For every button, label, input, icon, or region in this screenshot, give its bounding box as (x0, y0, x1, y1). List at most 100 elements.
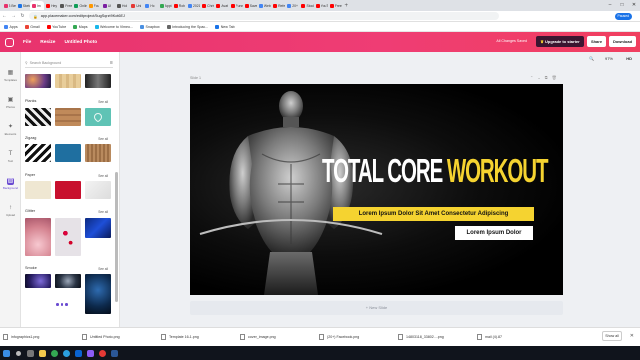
bookmark-item[interactable]: Introducing the Spac... (166, 24, 208, 29)
delete-icon[interactable]: 🗑 (552, 75, 557, 80)
download-item[interactable]: mail (4).87 (477, 334, 545, 340)
browser-tab[interactable]: Uni (130, 1, 144, 10)
background-thumb[interactable] (25, 274, 51, 288)
background-thumb[interactable] (25, 74, 51, 88)
background-thumb[interactable] (55, 144, 81, 162)
profile-paused-button[interactable]: Paused (614, 12, 632, 20)
quality-toggle[interactable]: HD (626, 56, 632, 61)
store-icon[interactable] (84, 346, 96, 360)
rail-item-templates[interactable]: ▦ Templates (0, 70, 21, 82)
browser-tab[interactable]: Fou (87, 1, 101, 10)
minimize-icon[interactable]: – (604, 0, 616, 11)
browser-tab[interactable]: Appt (158, 1, 172, 10)
filter-icon[interactable]: ☰ (110, 61, 113, 65)
file-menu[interactable]: File (23, 40, 31, 45)
panel-scrollbar[interactable] (115, 172, 118, 302)
zoom-level[interactable]: 97% (605, 56, 613, 61)
background-thumb[interactable] (25, 181, 51, 199)
browser-tab[interactable]: Rob (172, 1, 186, 10)
background-thumb[interactable] (85, 181, 111, 199)
bookmark-item[interactable]: YouTube (46, 24, 66, 29)
browser-tab[interactable]: Funny (229, 1, 243, 10)
bookmark-item[interactable]: Welcome to Vimeo... (94, 24, 133, 29)
browser-tab[interactable]: Hc (144, 1, 158, 10)
move-up-icon[interactable]: ⌃ (530, 75, 533, 80)
edge-icon[interactable] (60, 346, 72, 360)
maximize-icon[interactable]: □ (616, 0, 628, 11)
browser-tab[interactable]: UI (101, 1, 115, 10)
background-thumb[interactable] (55, 74, 81, 88)
download-item[interactable]: 14803118_33802....png (398, 334, 466, 340)
slide-title[interactable]: TOTAL CORE WORKOUT (322, 152, 548, 190)
see-all-glitter[interactable]: See all (98, 210, 108, 214)
rail-item-text[interactable]: T Text (0, 151, 21, 163)
browser-tab[interactable]: YouTub (314, 1, 328, 10)
rail-item-photos[interactable]: ▣ Photos (0, 97, 21, 109)
browser-tab[interactable]: Im (30, 1, 44, 10)
tagline-banner[interactable]: Lorem Ipsum Dolor (455, 226, 533, 240)
download-item[interactable]: Template 16-1.png (161, 334, 229, 340)
background-thumb[interactable] (55, 218, 81, 256)
browser-tab[interactable]: 20+ (286, 1, 300, 10)
browser-tab[interactable]: Avat (215, 1, 229, 10)
record-icon[interactable] (96, 346, 108, 360)
rail-item-background[interactable]: ▨ Background (0, 178, 21, 190)
browser-tab[interactable]: Chris (201, 1, 214, 10)
resize-menu[interactable]: Resize (40, 40, 55, 45)
upgrade-button[interactable]: ♛ Upgrade to starter (536, 36, 584, 47)
browser-tab[interactable]: 3 Bes (2, 1, 16, 10)
subtitle-banner[interactable]: Lorem Ipsum Dolor Sit Amet Consectetur A… (333, 207, 534, 221)
bookmark-item[interactable]: Snapbox (140, 24, 160, 29)
background-thumb[interactable] (55, 108, 81, 126)
see-all-zigzag[interactable]: See all (98, 137, 108, 141)
background-thumb[interactable] (55, 181, 81, 199)
background-search-input[interactable]: ⚲ Search Background ☰ (25, 59, 113, 68)
reload-icon[interactable]: ↻ (18, 13, 27, 19)
download-item[interactable]: Untitled Photo.png (82, 334, 150, 340)
show-all-downloads-button[interactable]: Show all (602, 331, 622, 341)
browser-tab[interactable]: Stock (300, 1, 314, 10)
back-icon[interactable]: ← (0, 13, 9, 19)
duplicate-icon[interactable]: ⧉ (545, 75, 548, 80)
background-thumb[interactable] (25, 108, 51, 126)
background-thumb[interactable] (25, 218, 51, 256)
bookmark-item[interactable]: Maps (73, 24, 88, 29)
see-all-smoke[interactable]: See all (98, 267, 108, 271)
browser-tab[interactable]: Free (59, 1, 73, 10)
new-tab-icon[interactable]: + (345, 3, 349, 9)
background-thumb[interactable] (85, 74, 111, 88)
move-down-icon[interactable]: ⌄ (537, 75, 540, 80)
browser-tab[interactable]: Refer (272, 1, 285, 10)
mail-icon[interactable] (72, 346, 84, 360)
browser-tab[interactable]: Hey vi (45, 1, 58, 10)
background-thumb[interactable] (85, 108, 111, 126)
app-logo-icon[interactable] (5, 37, 14, 47)
browser-tab[interactable]: Hol (116, 1, 130, 10)
background-thumb[interactable] (85, 218, 111, 238)
background-thumb[interactable] (25, 144, 51, 162)
document-title[interactable]: Untitled Photo (64, 40, 97, 45)
rail-item-upload[interactable]: ↑ Upload (0, 205, 21, 217)
browser-tab[interactable]: Save (243, 1, 257, 10)
explorer-icon[interactable] (36, 346, 48, 360)
browser-tab[interactable]: Onlin (73, 1, 87, 10)
browser-tab[interactable]: Webs (257, 1, 271, 10)
bookmark-item[interactable]: Gmail (24, 24, 40, 29)
download-item[interactable]: infographics1.png (3, 334, 71, 340)
close-downloads-icon[interactable]: ✕ (630, 333, 634, 339)
chrome-icon[interactable] (48, 346, 60, 360)
browser-tab[interactable]: Sketch (16, 1, 30, 10)
word-icon[interactable] (108, 346, 120, 360)
search-taskbar-icon[interactable] (12, 346, 24, 360)
browser-tab[interactable]: Freebi (328, 1, 342, 10)
url-input[interactable]: 🔒 app.placemaker.com/editproject/5ugSqrz… (29, 12, 499, 20)
see-all-paper[interactable]: See all (98, 174, 108, 178)
zoom-icon[interactable]: 🔍 (589, 56, 594, 61)
rail-item-elements[interactable]: ✦ Elements (0, 124, 21, 136)
bookmark-item[interactable]: Apps (4, 24, 18, 29)
forward-icon[interactable]: → (9, 13, 18, 19)
background-thumb[interactable] (55, 274, 81, 288)
download-button[interactable]: Download (609, 36, 636, 47)
share-button[interactable]: Share (587, 36, 606, 47)
task-view-icon[interactable] (24, 346, 36, 360)
